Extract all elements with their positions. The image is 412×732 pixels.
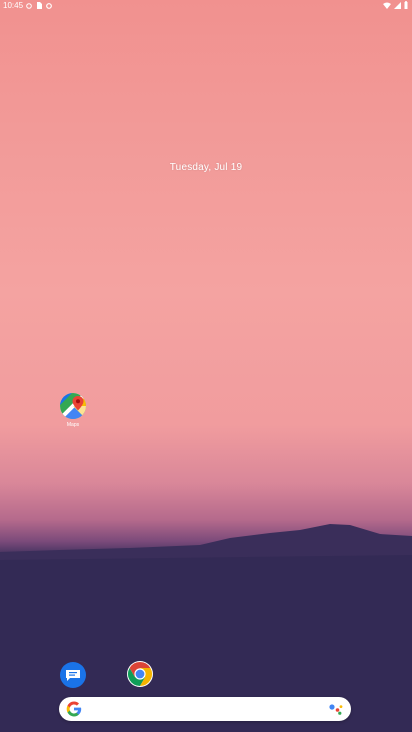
battery-icon xyxy=(404,1,408,9)
data-saver-icon xyxy=(46,2,52,9)
notification-dot-icon xyxy=(26,2,32,9)
google-maps-icon xyxy=(60,393,86,419)
assistant-icon[interactable] xyxy=(329,703,343,715)
home-screen: 10:45 Tuesday, Jul 19 Maps xyxy=(0,0,412,732)
messages-icon xyxy=(60,662,86,688)
maps-label: Maps xyxy=(66,422,80,428)
date-widget[interactable]: Tuesday, Jul 19 xyxy=(0,162,412,173)
signal-icon xyxy=(394,1,401,9)
google-search-bar[interactable] xyxy=(59,697,351,721)
sim-card-icon xyxy=(37,2,42,9)
chrome-icon xyxy=(127,661,153,687)
chrome-app[interactable] xyxy=(126,660,154,688)
status-bar: 10:45 xyxy=(0,0,412,12)
status-time: 10:45 xyxy=(3,1,24,10)
messages-app[interactable] xyxy=(60,662,86,688)
wifi-icon xyxy=(383,2,391,9)
maps-app[interactable]: Maps xyxy=(58,392,88,428)
google-g-icon xyxy=(66,701,82,717)
